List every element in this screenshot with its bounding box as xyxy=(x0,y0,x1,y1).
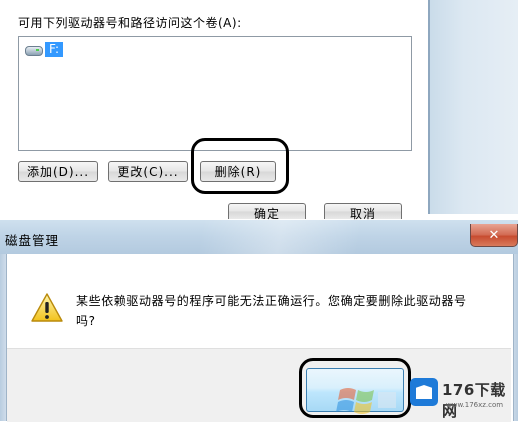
drive-list-label: 可用下列驱动器号和路径访问这个卷(A): xyxy=(18,16,242,30)
change-button[interactable]: 更改(C)... xyxy=(108,161,188,182)
confirm-message-line-1: 某些依赖驱动器号的程序可能无法正确运行。您确定要删除此驱动器号 xyxy=(76,294,467,308)
dialog-title: 磁盘管理 xyxy=(5,233,60,248)
cancel-button[interactable]: 取消 xyxy=(324,203,402,221)
confirm-message-line-2: 吗? xyxy=(76,314,96,328)
drive-list-item[interactable]: F: xyxy=(25,40,64,58)
close-icon: ✕ xyxy=(488,227,500,243)
close-button[interactable]: ✕ xyxy=(470,224,518,247)
site-logo-icon xyxy=(410,378,438,406)
drive-icon xyxy=(25,43,43,56)
add-button[interactable]: 添加(D)... xyxy=(18,161,98,182)
warning-icon xyxy=(31,293,63,322)
watermark-site-name: 176下载网 xyxy=(442,381,506,420)
title-bar[interactable] xyxy=(0,220,518,254)
site-watermark: 176下载网 www.176xz.com xyxy=(330,370,518,420)
dialog-frame-edge xyxy=(428,0,518,214)
drive-letter-label: F: xyxy=(45,41,64,57)
ok-button[interactable]: 确定 xyxy=(228,203,306,221)
highlight-ring-delete xyxy=(191,138,289,194)
change-drive-letter-dialog: 可用下列驱动器号和路径访问这个卷(A): F: 添加(D)... 更改(C)..… xyxy=(0,0,518,221)
windows-flag-watermark-icon xyxy=(336,388,396,414)
drive-path-list[interactable]: F: xyxy=(18,36,412,151)
watermark-site-url: www.176xz.com xyxy=(446,401,504,409)
disk-management-confirm-dialog: 磁盘管理 ✕ 某些依赖驱动器号的程序可能无法正确运行。您确定要删除此驱动器号 吗… xyxy=(0,220,518,422)
